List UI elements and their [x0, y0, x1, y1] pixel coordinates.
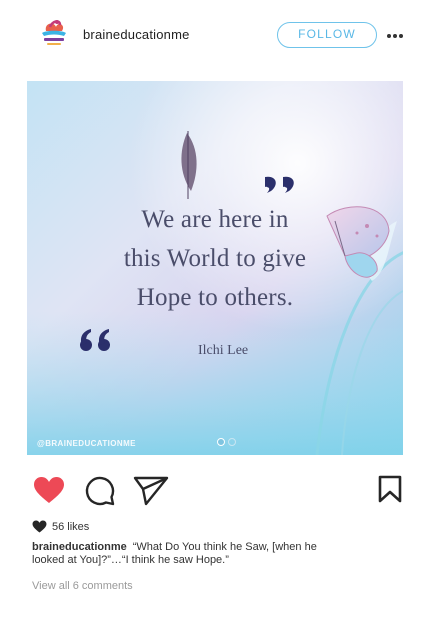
bookmark-icon[interactable]	[378, 475, 402, 503]
carousel-dot-active[interactable]	[217, 438, 225, 446]
caption-username[interactable]: braineducationme	[32, 541, 127, 553]
more-horizontal-icon[interactable]	[386, 29, 404, 41]
comment-icon[interactable]	[84, 475, 116, 507]
view-all-comments-link[interactable]: View all 6 comments	[32, 580, 133, 592]
send-icon[interactable]	[133, 475, 169, 507]
quote-line-2: this World to give	[123, 245, 307, 272]
likes-count[interactable]: 56 likes	[52, 521, 89, 533]
quote-line-1: We are here in	[141, 206, 289, 233]
brain-education-logo-icon	[42, 20, 66, 45]
heart-filled-icon[interactable]	[33, 476, 65, 504]
header-username[interactable]: braineducationme	[83, 27, 190, 42]
post-caption: braineducationme “What Do You think he Sa…	[32, 541, 322, 567]
post-image[interactable]: We are here in this World to give Hope t…	[27, 81, 403, 455]
action-bar	[0, 470, 433, 514]
avatar[interactable]	[36, 17, 72, 53]
quote-line-3: Hope to others.	[136, 284, 294, 311]
image-watermark: @BRAINEDUCATIONME	[37, 439, 136, 448]
carousel-dot[interactable]	[228, 438, 236, 446]
post-header: braineducationme FOLLOW	[0, 0, 433, 72]
quote-author: Ilchi Lee	[198, 343, 249, 358]
follow-button[interactable]: FOLLOW	[277, 22, 377, 48]
heart-small-icon	[32, 520, 47, 533]
